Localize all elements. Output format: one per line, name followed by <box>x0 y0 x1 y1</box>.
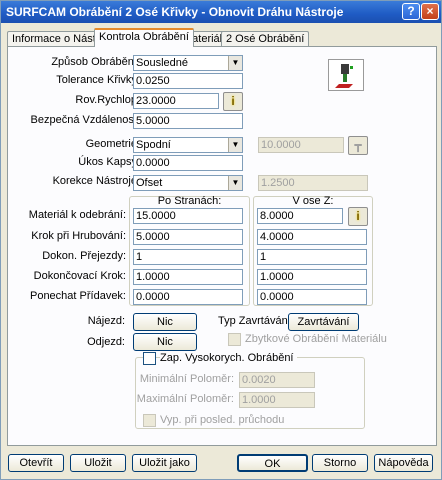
dokon-prejezdy-side-input[interactable]: 1 <box>133 249 243 265</box>
ok-button[interactable]: OK <box>237 454 308 472</box>
tab-kontrola-obrabeni[interactable]: Kontrola Obrábění <box>94 28 194 47</box>
col-side-header: Po Stranách: <box>157 195 222 207</box>
open-button[interactable]: Otevřít <box>8 454 64 472</box>
window-title: SURFCAM Obrábění 2 Osé Křivky - Obnovit … <box>6 5 344 19</box>
geometrie-select-value: Spodní <box>136 139 171 151</box>
help-icon[interactable]: ? <box>402 3 420 20</box>
max-polomer-label: Maximální Poloměr: <box>136 393 234 405</box>
help-button[interactable]: Nápověda <box>374 454 433 472</box>
dokoncovaci-krok-z-input[interactable]: 1.0000 <box>257 269 367 285</box>
najezd-button[interactable]: Nic <box>133 313 197 331</box>
typ-zavrtavani-label: Typ Zavrtávání: <box>218 315 294 327</box>
korekce-side-input: 1.2500 <box>258 175 368 191</box>
geometrie-offset-input: 10.0000 <box>258 137 344 153</box>
vyp-checkbox <box>143 414 156 427</box>
odjezd-label: Odjezd: <box>87 336 125 348</box>
tab-2-ose-obrabeni[interactable]: 2 Osé Obrábění <box>221 31 310 46</box>
ponechat-label: Ponechat Přídavek: <box>29 290 126 302</box>
info-icon-glyph: i <box>356 209 360 223</box>
highspeed-checkbox[interactable] <box>143 352 156 365</box>
info-icon[interactable]: i <box>223 92 243 111</box>
chevron-down-icon[interactable]: ▼ <box>228 138 242 152</box>
max-polomer-input: 1.0000 <box>239 392 315 408</box>
krok-z-input[interactable]: 4.0000 <box>257 229 367 245</box>
krok-side-input[interactable]: 5.0000 <box>133 229 243 245</box>
save-button[interactable]: Uložit <box>70 454 126 472</box>
dokoncovaci-krok-side-input[interactable]: 1.0000 <box>133 269 243 285</box>
min-polomer-input: 0.0020 <box>239 372 315 388</box>
title-bar: SURFCAM Obrábění 2 Osé Křivky - Obnovit … <box>1 1 441 23</box>
dialog-window: SURFCAM Obrábění 2 Osé Křivky - Obnovit … <box>0 0 442 480</box>
highspeed-label: Zap. Vysokorych. Obrábění <box>160 352 297 364</box>
cancel-button[interactable]: Storno <box>312 454 368 472</box>
najezd-label: Nájezd: <box>87 315 125 327</box>
dokoncovaci-krok-label: Dokončovací Krok: <box>33 270 126 282</box>
odjezd-button[interactable]: Nic <box>133 333 197 351</box>
material-side-input[interactable]: 15.0000 <box>133 208 243 224</box>
rovrychlop-input[interactable]: 23.0000 <box>133 93 219 109</box>
geometrie-select[interactable]: Spodní ▼ <box>133 137 243 153</box>
chevron-down-icon[interactable]: ▼ <box>228 176 242 190</box>
pin-icon: ┳ <box>348 136 368 155</box>
ukos-input[interactable]: 0.0000 <box>133 155 243 171</box>
zpusob-select-value: Sousledné <box>136 57 188 69</box>
bezpecna-input[interactable]: 5.0000 <box>133 113 243 129</box>
korekce-select-value: Ofset <box>136 177 163 189</box>
bezpecna-label: Bezpečná Vzdálenost: <box>30 114 140 126</box>
material-label: Materiál k odebrání: <box>28 209 126 221</box>
tab-panel: Způsob Obrábění: Sousledné ▼ Tolerance K… <box>7 46 437 446</box>
material-z-input[interactable]: 8.0000 <box>257 208 343 224</box>
tool-picture-icon <box>328 59 364 91</box>
ponechat-side-input[interactable]: 0.0000 <box>133 289 243 305</box>
rovrychlop-label: Rov.Rychlop: <box>75 94 140 106</box>
korekce-label: Korekce Nástroje: <box>52 175 140 187</box>
tolerance-label: Tolerance Křivky: <box>56 74 140 86</box>
ukos-label: Úkos Kapsy: <box>78 156 140 168</box>
krok-label: Krok při Hrubování: <box>31 230 126 242</box>
save-as-button[interactable]: Uložit jako <box>132 454 197 472</box>
col-z-header: V ose Z: <box>292 195 334 207</box>
zpusob-select[interactable]: Sousledné ▼ <box>133 55 243 71</box>
zpusob-label: Způsob Obrábění: <box>51 56 140 68</box>
vyp-label: Vyp. při posled. průchodu <box>160 414 285 426</box>
dokon-prejezdy-label: Dokon. Přejezdy: <box>42 250 126 262</box>
tolerance-input[interactable]: 0.0250 <box>133 73 243 89</box>
dokon-prejezdy-z-input[interactable]: 1 <box>257 249 367 265</box>
info-icon[interactable]: i <box>348 207 368 226</box>
zbytkove-checkbox <box>228 333 241 346</box>
geometrie-label: Geometrie: <box>85 138 140 150</box>
chevron-down-icon[interactable]: ▼ <box>228 56 242 70</box>
close-icon[interactable]: × <box>421 3 439 20</box>
korekce-select[interactable]: Ofset ▼ <box>133 175 243 191</box>
zavrtavani-button[interactable]: Zavrtávání <box>288 313 359 331</box>
min-polomer-label: Minimální Poloměr: <box>139 373 234 385</box>
zbytkove-label: Zbytkové Obrábění Materiálu <box>245 333 387 345</box>
info-icon-glyph: i <box>231 94 235 108</box>
ponechat-z-input[interactable]: 0.0000 <box>257 289 367 305</box>
